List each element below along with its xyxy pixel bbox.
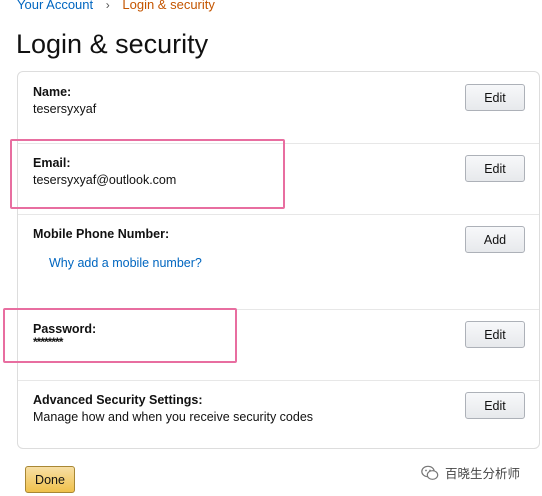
done-button[interactable]: Done — [25, 466, 75, 493]
name-value: tesersyxyaf — [33, 102, 97, 116]
edit-advanced-security-button[interactable]: Edit — [465, 392, 525, 419]
watermark-text: 百晓生分析师 — [445, 466, 521, 481]
password-row: Password: ******** Edit — [18, 309, 539, 381]
password-label: Password: — [33, 322, 97, 336]
email-label: Email: — [33, 156, 71, 170]
watermark: 百晓生分析师 — [421, 463, 520, 482]
advanced-security-description: Manage how and when you receive security… — [33, 410, 314, 424]
breadcrumb-separator: › — [105, 0, 110, 12]
breadcrumb-your-account-link[interactable]: Your Account — [17, 0, 93, 12]
breadcrumb-current: Login & security — [122, 0, 215, 12]
edit-name-button[interactable]: Edit — [465, 84, 525, 111]
advanced-security-row: Advanced Security Settings: Manage how a… — [18, 380, 539, 448]
edit-email-button[interactable]: Edit — [465, 155, 525, 182]
page-title: Login & security — [16, 29, 209, 59]
name-label: Name: — [33, 85, 72, 99]
email-value: tesersyxyaf@outlook.com — [33, 173, 177, 187]
edit-password-button[interactable]: Edit — [465, 321, 525, 348]
why-add-mobile-link[interactable]: Why add a mobile number? — [49, 256, 202, 270]
name-row: Name: tesersyxyaf Edit — [18, 72, 539, 144]
breadcrumb: Your Account › Login & security — [17, 0, 215, 12]
password-value: ******** — [33, 335, 63, 349]
mobile-phone-label: Mobile Phone Number: — [33, 227, 170, 241]
wechat-icon — [421, 465, 439, 481]
add-mobile-button[interactable]: Add — [465, 226, 525, 253]
email-row: Email: tesersyxyaf@outlook.com Edit — [18, 143, 539, 215]
mobile-phone-row: Mobile Phone Number: Why add a mobile nu… — [18, 214, 539, 310]
advanced-security-label: Advanced Security Settings: — [33, 393, 203, 407]
login-security-panel: Name: tesersyxyaf Edit Email: tesersyxya… — [17, 71, 540, 449]
